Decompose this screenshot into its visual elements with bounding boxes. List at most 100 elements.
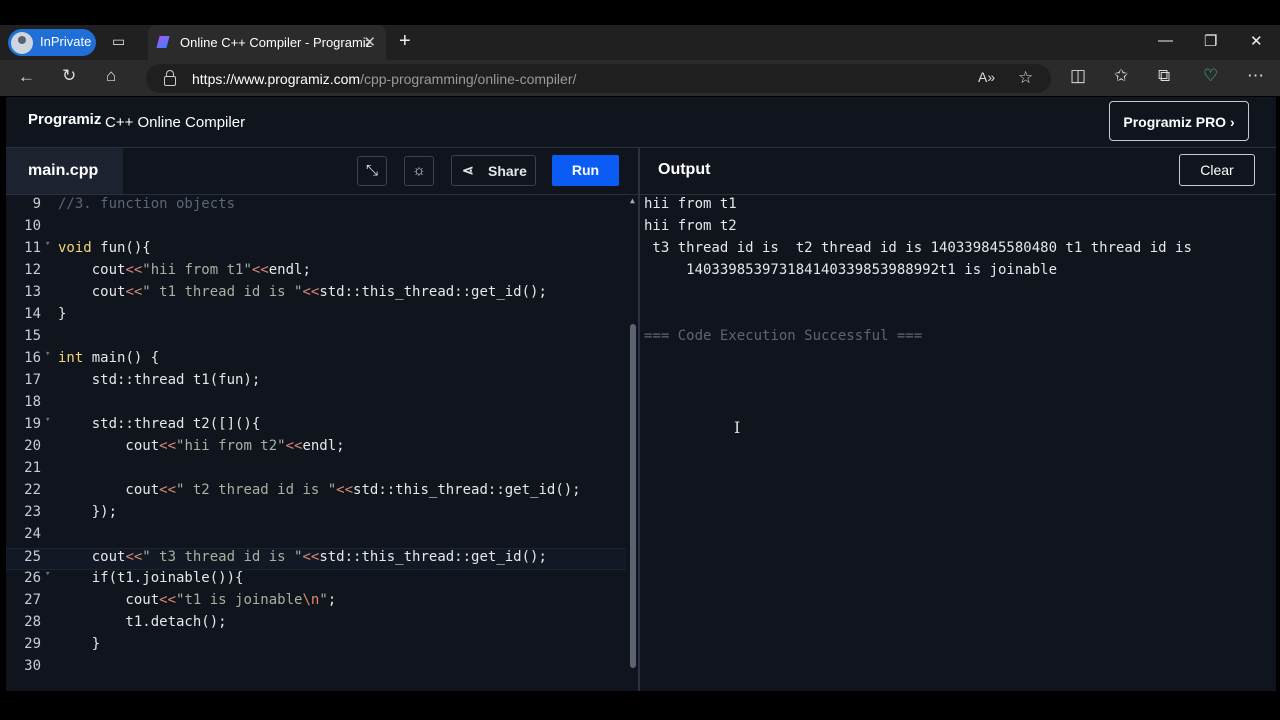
line-number: 16 [24, 350, 41, 366]
code-line[interactable]: 18 [6, 394, 626, 416]
code-text: cout<<"t1 is joinable\n"; [58, 592, 337, 608]
file-tab-label: main.cpp [28, 162, 99, 179]
code-editor[interactable]: 9 //3. function objects 10 11 ▾ void fun(){ 12… [6, 194, 638, 691]
favorites-icon[interactable]: ✩ [1114, 66, 1128, 86]
editor-scrollbar[interactable] [630, 324, 636, 668]
split-screen-icon[interactable]: ◫ [1070, 66, 1086, 86]
code-text: if(t1.joinable()){ [58, 570, 244, 586]
run-button[interactable]: Run [552, 155, 619, 186]
fold-toggle-icon[interactable]: ▾ [45, 569, 50, 579]
line-number: 10 [24, 218, 41, 234]
programiz-favicon-icon [156, 36, 170, 48]
line-number: 22 [24, 482, 41, 498]
line-number: 9 [32, 196, 41, 212]
line-number: 28 [24, 614, 41, 630]
code-line[interactable]: 14} [6, 306, 626, 328]
code-line[interactable]: 26 ▾ if(t1.joinable()){ [6, 569, 626, 592]
code-text: void fun(){ [58, 240, 151, 256]
code-line[interactable]: 28 t1.detach(); [6, 614, 626, 636]
code-text: t1.detach(); [58, 614, 227, 630]
fold-toggle-icon[interactable]: ▾ [45, 349, 50, 359]
minimize-icon[interactable]: — [1158, 32, 1173, 49]
fold-toggle-icon[interactable]: ▾ [45, 239, 50, 249]
more-options-icon[interactable]: ⋯ [1247, 66, 1264, 86]
code-line[interactable]: 9 //3. function objects [6, 196, 626, 218]
code-line[interactable]: 12 cout<<"hii from t1"<<endl; [6, 262, 626, 284]
code-text: } [58, 306, 67, 322]
code-line[interactable]: 25 cout<<" t3 thread id is "<<std::this_… [6, 548, 626, 570]
code-text: cout<<"hii from t2"<<endl; [58, 438, 345, 454]
line-number: 15 [24, 328, 41, 344]
code-line[interactable]: 16 ▾ int main() { [6, 349, 626, 372]
line-number: 18 [24, 394, 41, 410]
collections-icon[interactable]: ⧉ [1158, 66, 1170, 86]
code-text: //3. function objects [58, 196, 236, 212]
share-button[interactable]: ⋖ Share [451, 155, 536, 186]
file-tab-main-cpp[interactable]: main.cpp [6, 148, 123, 194]
code-line[interactable]: 30 [6, 658, 626, 680]
code-line[interactable]: 17 std::thread t1(fun); [6, 372, 626, 394]
back-icon[interactable]: ← [18, 67, 35, 87]
code-line[interactable]: 10 [6, 218, 626, 240]
code-text: std::thread t1(fun); [58, 372, 261, 388]
inprivate-profile-button[interactable]: InPrivate [8, 29, 96, 56]
scroll-up-icon[interactable]: ▲ [630, 196, 635, 205]
browser-tab-bar: InPrivate ▭ Online C++ Compiler - Progra… [0, 25, 1280, 60]
line-number: 27 [24, 592, 41, 608]
code-line[interactable]: 23 }); [6, 504, 626, 526]
line-number: 14 [24, 306, 41, 322]
fold-toggle-icon[interactable]: ▾ [45, 415, 50, 425]
lock-icon [164, 70, 176, 86]
read-aloud-icon[interactable]: A» [978, 69, 995, 85]
code-line[interactable]: 22 cout<<" t2 thread id is "<<std::this_… [6, 482, 626, 504]
code-line[interactable]: 20 cout<<"hii from t2"<<endl; [6, 438, 626, 460]
fullscreen-exit-icon[interactable]: ⤡ [357, 156, 387, 186]
code-text: std::thread t2([](){ [58, 416, 261, 432]
line-number: 20 [24, 438, 41, 454]
programiz-logo[interactable]: Programiz [28, 111, 101, 128]
code-line[interactable]: 29 } [6, 636, 626, 658]
profile-avatar [11, 32, 33, 54]
url-text: https://www.programiz.com/cpp-programmin… [192, 71, 577, 87]
tab-actions-icon[interactable]: ▭ [112, 33, 125, 50]
code-line[interactable]: 27 cout<<"t1 is joinable\n"; [6, 592, 626, 614]
code-line[interactable]: 13 cout<<" t1 thread id is "<<std::this_… [6, 284, 626, 306]
favorite-star-icon[interactable]: ☆ [1018, 68, 1033, 88]
text-cursor-icon: I [734, 418, 741, 437]
close-window-icon[interactable]: ✕ [1250, 32, 1263, 50]
line-number: 25 [24, 549, 41, 565]
output-line: hii from t2 [644, 218, 737, 234]
code-line[interactable]: 15 [6, 328, 626, 350]
code-line[interactable]: 21 [6, 460, 626, 482]
app-header: Programiz C++ Online Compiler Programiz … [6, 97, 1276, 148]
clear-button[interactable]: Clear [1179, 154, 1255, 186]
code-line[interactable]: 19 ▾ std::thread t2([](){ [6, 415, 626, 438]
code-line[interactable]: 24 [6, 526, 626, 548]
output-line: t3 thread id is t2 thread id is 14033984… [644, 240, 1192, 256]
programiz-pro-button[interactable]: Programiz PRO › [1109, 101, 1249, 141]
code-text: } [58, 636, 101, 652]
editor-toolbar: main.cpp ⤡ ☼ ⋖ Share Run [6, 148, 638, 195]
address-bar[interactable]: https://www.programiz.com/cpp-programmin… [146, 64, 1051, 93]
restore-icon[interactable]: ❐ [1204, 32, 1217, 50]
theme-toggle-sun-icon[interactable]: ☼ [404, 156, 434, 186]
panel-divider[interactable] [638, 148, 640, 691]
code-text: int main() { [58, 350, 160, 366]
code-line[interactable]: 11 ▾ void fun(){ [6, 239, 626, 262]
line-number: 13 [24, 284, 41, 300]
home-icon[interactable]: ⌂ [106, 66, 116, 86]
tab-title: Online C++ Compiler - Programiz [180, 35, 373, 50]
line-number: 21 [24, 460, 41, 476]
execution-status: === Code Execution Successful === [644, 328, 923, 344]
new-tab-button[interactable]: + [399, 30, 411, 53]
line-number: 11 [24, 240, 41, 256]
share-icon: ⋖ [462, 162, 474, 178]
browser-tab[interactable]: Online C++ Compiler - Programiz ✕ [148, 25, 386, 60]
close-tab-icon[interactable]: ✕ [363, 33, 376, 51]
browser-essentials-icon[interactable]: ♡ [1203, 66, 1218, 86]
refresh-icon[interactable]: ↻ [62, 66, 76, 86]
output-line: 140339853973184140339853988992t1 is join… [644, 262, 1058, 278]
line-number: 19 [24, 416, 41, 432]
app-title: C++ Online Compiler [105, 114, 246, 131]
line-number: 23 [24, 504, 41, 520]
